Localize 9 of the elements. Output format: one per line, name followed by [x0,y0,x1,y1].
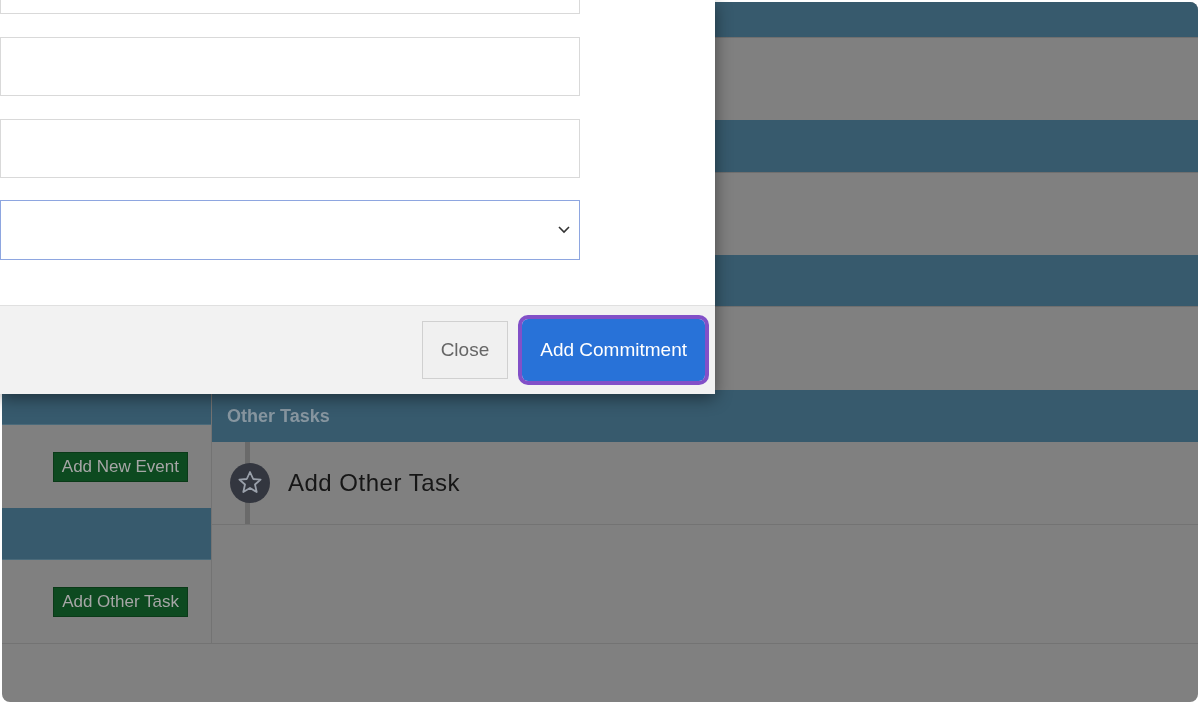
chevron-down-icon [557,225,571,235]
add-button[interactable]: Add New Event [52,451,188,482]
dropdown-field[interactable] [0,200,580,260]
close-button[interactable]: Close [421,321,509,379]
input-field[interactable] [0,37,580,96]
section-title: Other Tasks [227,404,330,428]
task-link[interactable]: Add Other Task [288,465,460,501]
add-button[interactable]: Add Other Task [53,586,188,617]
input-field[interactable] [0,119,580,178]
